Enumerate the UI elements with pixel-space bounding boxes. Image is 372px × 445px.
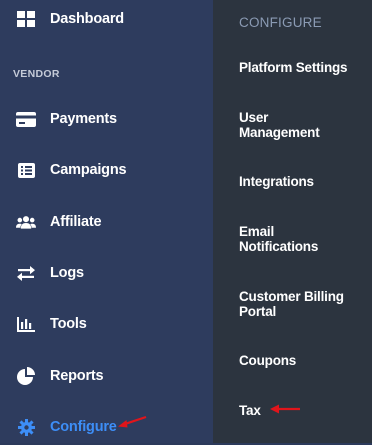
menu-item-label: Customer Billing (239, 289, 344, 304)
bar-chart-icon (16, 315, 36, 333)
menu-item-label: User (239, 110, 269, 125)
menu-item-email-notifications[interactable]: Email Notifications (239, 224, 364, 254)
gear-icon (16, 418, 36, 436)
menu-item-platform-settings[interactable]: Platform Settings (239, 60, 364, 75)
menu-item-label: Notifications (239, 239, 319, 254)
menu-item-integrations[interactable]: Integrations (239, 174, 364, 189)
dashboard-icon (16, 10, 36, 28)
nav-item-configure[interactable]: Configure (0, 409, 213, 445)
annotation-arrow-icon (270, 404, 300, 414)
menu-item-label: Tax (239, 403, 261, 418)
nav-item-reports[interactable]: Reports (0, 358, 213, 394)
menu-item-label: Integrations (239, 174, 314, 189)
nav-item-dashboard[interactable]: Dashboard (0, 1, 213, 37)
annotation-arrow-icon (118, 415, 147, 428)
nav-item-payments[interactable]: Payments (0, 101, 213, 137)
sidebar: Dashboard VENDOR Payments Campaigns Affi… (0, 0, 213, 443)
menu-item-label: Coupons (239, 353, 297, 368)
flyout-title: CONFIGURE (239, 15, 322, 30)
menu-item-tax[interactable]: Tax (239, 403, 269, 418)
nav-label-logs: Logs (50, 265, 84, 281)
pie-chart-icon (16, 367, 36, 385)
nav-label-configure: Configure (50, 419, 117, 435)
nav-label-tools: Tools (50, 316, 87, 332)
nav-item-affiliate[interactable]: Affiliate (0, 204, 213, 240)
menu-item-label: Email (239, 224, 275, 239)
nav-label-reports: Reports (50, 368, 104, 384)
menu-item-label: Portal (239, 304, 277, 319)
credit-card-icon (16, 110, 36, 128)
list-icon (16, 161, 36, 179)
nav-item-logs[interactable]: Logs (0, 255, 213, 291)
users-icon (16, 213, 36, 231)
nav-label-payments: Payments (50, 111, 117, 127)
nav-item-tools[interactable]: Tools (0, 306, 213, 342)
menu-item-label: Platform Settings (239, 60, 348, 75)
menu-item-label: Management (239, 125, 320, 140)
nav-label-campaigns: Campaigns (50, 162, 127, 178)
exchange-arrows-icon (16, 264, 36, 282)
menu-item-coupons[interactable]: Coupons (239, 353, 364, 368)
nav-label-dashboard: Dashboard (50, 11, 124, 27)
section-label-vendor: VENDOR (13, 68, 60, 80)
menu-item-user-management[interactable]: User Management (239, 110, 364, 140)
nav-label-affiliate: Affiliate (50, 214, 102, 230)
menu-item-customer-billing-portal[interactable]: Customer Billing Portal (239, 289, 364, 319)
nav-item-campaigns[interactable]: Campaigns (0, 152, 213, 188)
